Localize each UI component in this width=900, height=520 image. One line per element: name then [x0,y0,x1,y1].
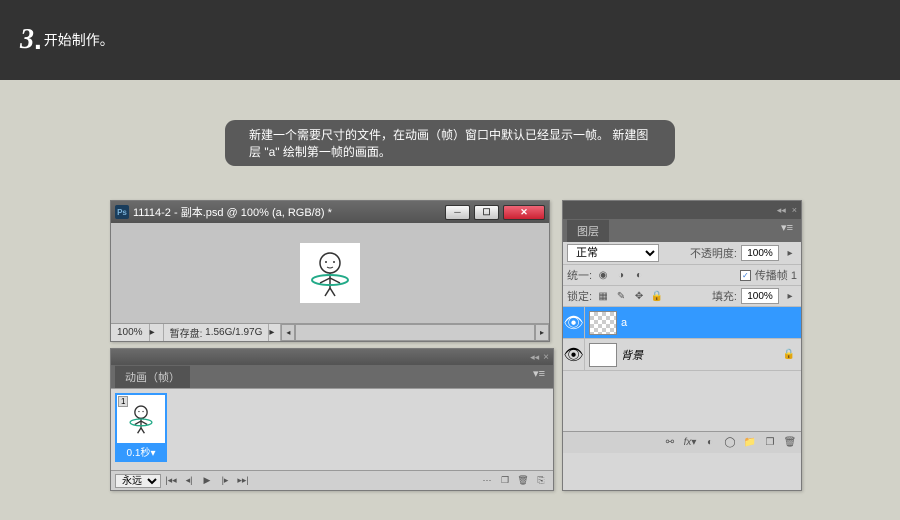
layers-body: 正常 不透明度: ▸ 统一: ◉ ◑ ◐ ✓ 传播帧 1 锁定: [563,242,801,431]
unify-style-icon[interactable]: ◐ [632,268,646,282]
lock-label: 锁定: [567,288,592,304]
layers-panel: ◂◂ × 图层 ▾≡ 正常 不透明度: ▸ 统一: ◉ ◑ [562,200,802,491]
layer-thumbnail [589,343,617,367]
new-layer-icon[interactable]: ❐ [763,436,777,450]
layers-tab[interactable]: 图层 [567,219,609,242]
zoom-level[interactable]: 100% [111,324,150,341]
lock-icon: 🔒 [783,349,795,360]
workspace: Ps 11114-2 - 副本.psd @ 100% (a, RGB/8) * … [110,200,802,491]
convert-timeline-button[interactable]: ⎘ [533,474,549,488]
tween-button[interactable]: ⋯ [479,474,495,488]
fill-arrow-icon[interactable]: ▸ [783,289,797,303]
timeline-controls: 永远 |◂◂ ◂| ▶ |▸ ▸▸| ⋯ ❐ 🗑 ⎘ [111,470,553,490]
layer-name[interactable]: 背景 [621,347,783,363]
opacity-label: 不透明度: [690,245,737,261]
last-frame-button[interactable]: ▸▸| [235,474,251,488]
link-layers-icon[interactable]: ⚯ [663,436,677,450]
group-icon[interactable]: 📁 [743,436,757,450]
status-arrow-icon[interactable]: ▸ [150,324,164,341]
scroll-left-icon[interactable]: ◂ [281,324,295,341]
animation-panel: ◂◂ × 动画（帧） ▾≡ 1 [110,348,554,491]
next-frame-button[interactable]: |▸ [217,474,233,488]
tutorial-header: 3 . 开始制作。 [0,0,900,80]
document-window: Ps 11114-2 - 副本.psd @ 100% (a, RGB/8) * … [110,200,550,342]
frame-number-badge: 1 [118,396,128,407]
close-panel-icon[interactable]: × [543,352,549,363]
close-panel-icon[interactable]: × [792,205,797,215]
collapse-icon[interactable]: ◂◂ [530,352,539,363]
lock-image-icon[interactable]: ✎ [614,289,628,303]
layer-mask-icon[interactable]: ◐ [703,436,717,450]
step-dot: . [34,24,42,56]
opacity-input[interactable] [741,245,779,261]
unify-position-icon[interactable]: ◉ [596,268,610,282]
animation-tab-row: 动画（帧） ▾≡ [111,365,553,388]
lock-transparent-icon[interactable]: ▦ [596,289,610,303]
blend-mode-select[interactable]: 正常 [567,244,659,262]
layers-tab-row: 图层 ▾≡ [563,219,801,242]
document-statusbar: 100% ▸ 暂存盘: 1.56G/1.97G ▸ ◂ ▸ [111,323,549,341]
frame-1[interactable]: 1 0.1秒▾ [115,393,167,462]
document-titlebar[interactable]: Ps 11114-2 - 副本.psd @ 100% (a, RGB/8) * … [111,201,549,223]
layer-list-empty [563,371,801,431]
layer-item-background[interactable]: 👁 背景 🔒 [563,339,801,371]
horizontal-scrollbar[interactable] [295,324,535,341]
photoshop-icon: Ps [115,205,129,219]
loop-mode-select[interactable]: 永远 [115,474,161,488]
lock-position-icon[interactable]: ✥ [632,289,646,303]
status-menu-icon[interactable]: ▸ [269,324,281,341]
maximize-button[interactable]: ☐ [474,205,499,220]
animation-frames: 1 0.1秒▾ [111,388,553,470]
layers-footer: ⚯ fx▾ ◐ ◯ 📁 ❐ 🗑 [563,431,801,453]
layer-item-a[interactable]: 👁 a [563,307,801,339]
minimize-button[interactable]: ─ [445,205,470,220]
unify-label: 统一: [567,267,592,283]
delete-layer-icon[interactable]: 🗑 [783,436,797,450]
frame-delay[interactable]: 0.1秒▾ [117,443,165,460]
fill-input[interactable] [741,288,779,304]
layer-list: 👁 a 👁 背景 🔒 [563,307,801,431]
play-button[interactable]: ▶ [199,474,215,488]
blend-opacity-row: 正常 不透明度: ▸ [563,242,801,265]
layer-thumbnail [589,311,617,335]
layer-name[interactable]: a [621,317,801,329]
animation-panel-header[interactable]: ◂◂ × [111,349,553,365]
panel-menu-icon[interactable]: ▾≡ [529,365,549,382]
prev-frame-button[interactable]: ◂| [181,474,197,488]
left-stack: Ps 11114-2 - 副本.psd @ 100% (a, RGB/8) * … [110,200,554,491]
canvas-artwork [300,243,360,303]
layers-panel-header[interactable]: ◂◂ × [563,201,801,219]
scratch-disk-info: 暂存盘: 1.56G/1.97G [164,324,270,341]
visibility-toggle[interactable]: 👁 [563,307,585,338]
step-text: 开始制作。 [44,30,114,50]
panel-menu-icon[interactable]: ▾≡ [777,219,797,236]
animation-tab[interactable]: 动画（帧） [115,365,190,388]
instruction-caption: 新建一个需要尺寸的文件，在动画（帧）窗口中默认已经显示一帧。 新建图层 "a" … [225,120,675,166]
opacity-arrow-icon[interactable]: ▸ [783,246,797,260]
lock-fill-row: 锁定: ▦ ✎ ✥ 🔒 填充: ▸ [563,286,801,307]
document-title: 11114-2 - 副本.psd @ 100% (a, RGB/8) * [133,204,332,220]
document-canvas[interactable] [111,223,549,323]
canvas-area: 新建一个需要尺寸的文件，在动画（帧）窗口中默认已经显示一帧。 新建图层 "a" … [0,80,900,520]
adjustment-layer-icon[interactable]: ◯ [723,436,737,450]
delete-frame-button[interactable]: 🗑 [515,474,531,488]
unify-row: 统一: ◉ ◑ ◐ ✓ 传播帧 1 [563,265,801,286]
lock-all-icon[interactable]: 🔒 [650,289,664,303]
fill-label: 填充: [712,288,737,304]
close-button[interactable]: ✕ [503,205,545,220]
first-frame-button[interactable]: |◂◂ [163,474,179,488]
step-number: 3 [20,24,34,56]
propagate-checkbox[interactable]: ✓ [740,270,751,281]
collapse-icon[interactable]: ◂◂ [777,205,786,216]
unify-visibility-icon[interactable]: ◑ [614,268,628,282]
duplicate-frame-button[interactable]: ❐ [497,474,513,488]
visibility-toggle[interactable]: 👁 [563,339,585,370]
scroll-right-icon[interactable]: ▸ [535,324,549,341]
layer-style-icon[interactable]: fx▾ [683,436,697,450]
propagate-label: 传播帧 1 [755,267,797,283]
